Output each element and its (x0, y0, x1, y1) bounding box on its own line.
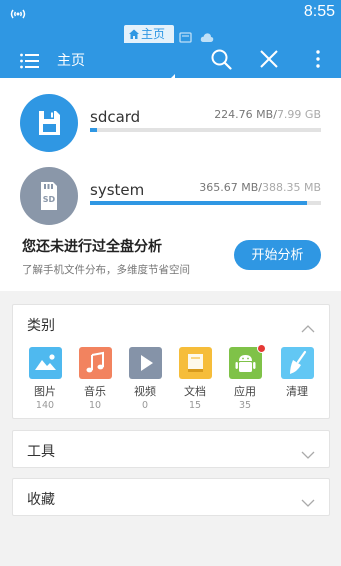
category-videos[interactable]: 视频 0 (125, 347, 165, 411)
home-icon (129, 29, 139, 39)
document-icon (178, 347, 212, 379)
close-icon[interactable] (260, 50, 278, 72)
more-options-icon[interactable] (316, 50, 320, 72)
image-icon (28, 347, 62, 379)
storage-usage-bar (90, 201, 321, 205)
category-apps[interactable]: 应用 35 (225, 344, 266, 411)
categories-panel-title: 类别 (27, 318, 55, 334)
storage-total: 388.35 MB (261, 181, 321, 194)
tab-home-label: 主页 (141, 27, 166, 41)
storage-total: 7.99 GB (276, 108, 321, 121)
sd-card-icon: SD (20, 167, 78, 225)
signal-icon (10, 6, 26, 20)
category-label: 音乐 (84, 385, 106, 398)
tools-panel-title: 工具 (27, 444, 55, 460)
category-count: 15 (188, 400, 202, 411)
category-music[interactable]: 音乐 10 (75, 347, 115, 411)
storage-row-system[interactable]: SD system 365.67 MB/388.35 MB (20, 167, 325, 225)
music-icon (78, 347, 112, 379)
storage-size: 224.76 MB/7.99 GB (214, 108, 321, 121)
sdcard-disk-icon (20, 94, 78, 152)
status-time: 8:55 (303, 3, 335, 20)
menu-icon[interactable] (20, 53, 40, 73)
categories-panel: 类别 图片 140 音乐 10 视频 0 文档 15 应用 35 清理 (12, 304, 330, 419)
toolbar: 主页 (0, 43, 341, 81)
favorites-panel-title: 收藏 (27, 492, 55, 508)
chevron-up-icon[interactable] (301, 318, 315, 337)
storage-size: 365.67 MB/388.35 MB (199, 181, 321, 194)
category-count: 10 (88, 400, 102, 411)
video-icon (128, 347, 162, 379)
storage-name: sdcard (90, 108, 141, 126)
android-icon (228, 344, 266, 379)
category-count: 140 (35, 400, 55, 411)
storage-card: sdcard 224.76 MB/7.99 GB SD system 365.6… (0, 78, 341, 291)
category-label: 视频 (134, 385, 156, 398)
toolbar-title[interactable]: 主页 (57, 50, 85, 70)
category-label: 文档 (184, 385, 206, 398)
category-label: 清理 (286, 385, 308, 398)
favorites-panel[interactable]: 收藏 (12, 478, 330, 516)
tab-home[interactable]: 主页 (124, 25, 174, 43)
storage-usage-fill (90, 201, 308, 205)
storage-name: system (90, 181, 145, 199)
storage-used: 224.76 MB (214, 108, 274, 121)
analysis-subtitle: 了解手机文件分布，多维度节省空间 (22, 264, 190, 276)
storage-usage-bar (90, 128, 321, 132)
storage-used: 365.67 MB (199, 181, 259, 194)
category-images[interactable]: 图片 140 (25, 347, 65, 411)
tools-panel[interactable]: 工具 (12, 430, 330, 468)
chevron-down-icon[interactable] (301, 444, 315, 463)
chevron-down-icon[interactable] (301, 492, 315, 511)
analysis-title: 您还未进行过全盘分析 (22, 239, 162, 255)
category-label: 图片 (34, 385, 56, 398)
sd-card-icon-text: SD (43, 195, 56, 204)
notification-badge (256, 344, 266, 353)
tab-strip: 主页 (124, 25, 216, 43)
start-analysis-button[interactable]: 开始分析 (234, 240, 321, 270)
search-icon[interactable] (211, 49, 232, 74)
category-label: 应用 (234, 385, 256, 398)
category-documents[interactable]: 文档 15 (175, 347, 215, 411)
category-count: 35 (238, 400, 252, 411)
storage-row-sdcard[interactable]: sdcard 224.76 MB/7.99 GB (20, 94, 325, 152)
app-header: 8:55 主页 主页 (0, 0, 341, 81)
status-bar: 8:55 (0, 0, 341, 25)
storage-usage-fill (90, 128, 97, 132)
broom-icon (280, 347, 314, 379)
category-cleanup[interactable]: 清理 (277, 347, 317, 400)
category-count: 0 (141, 400, 149, 411)
